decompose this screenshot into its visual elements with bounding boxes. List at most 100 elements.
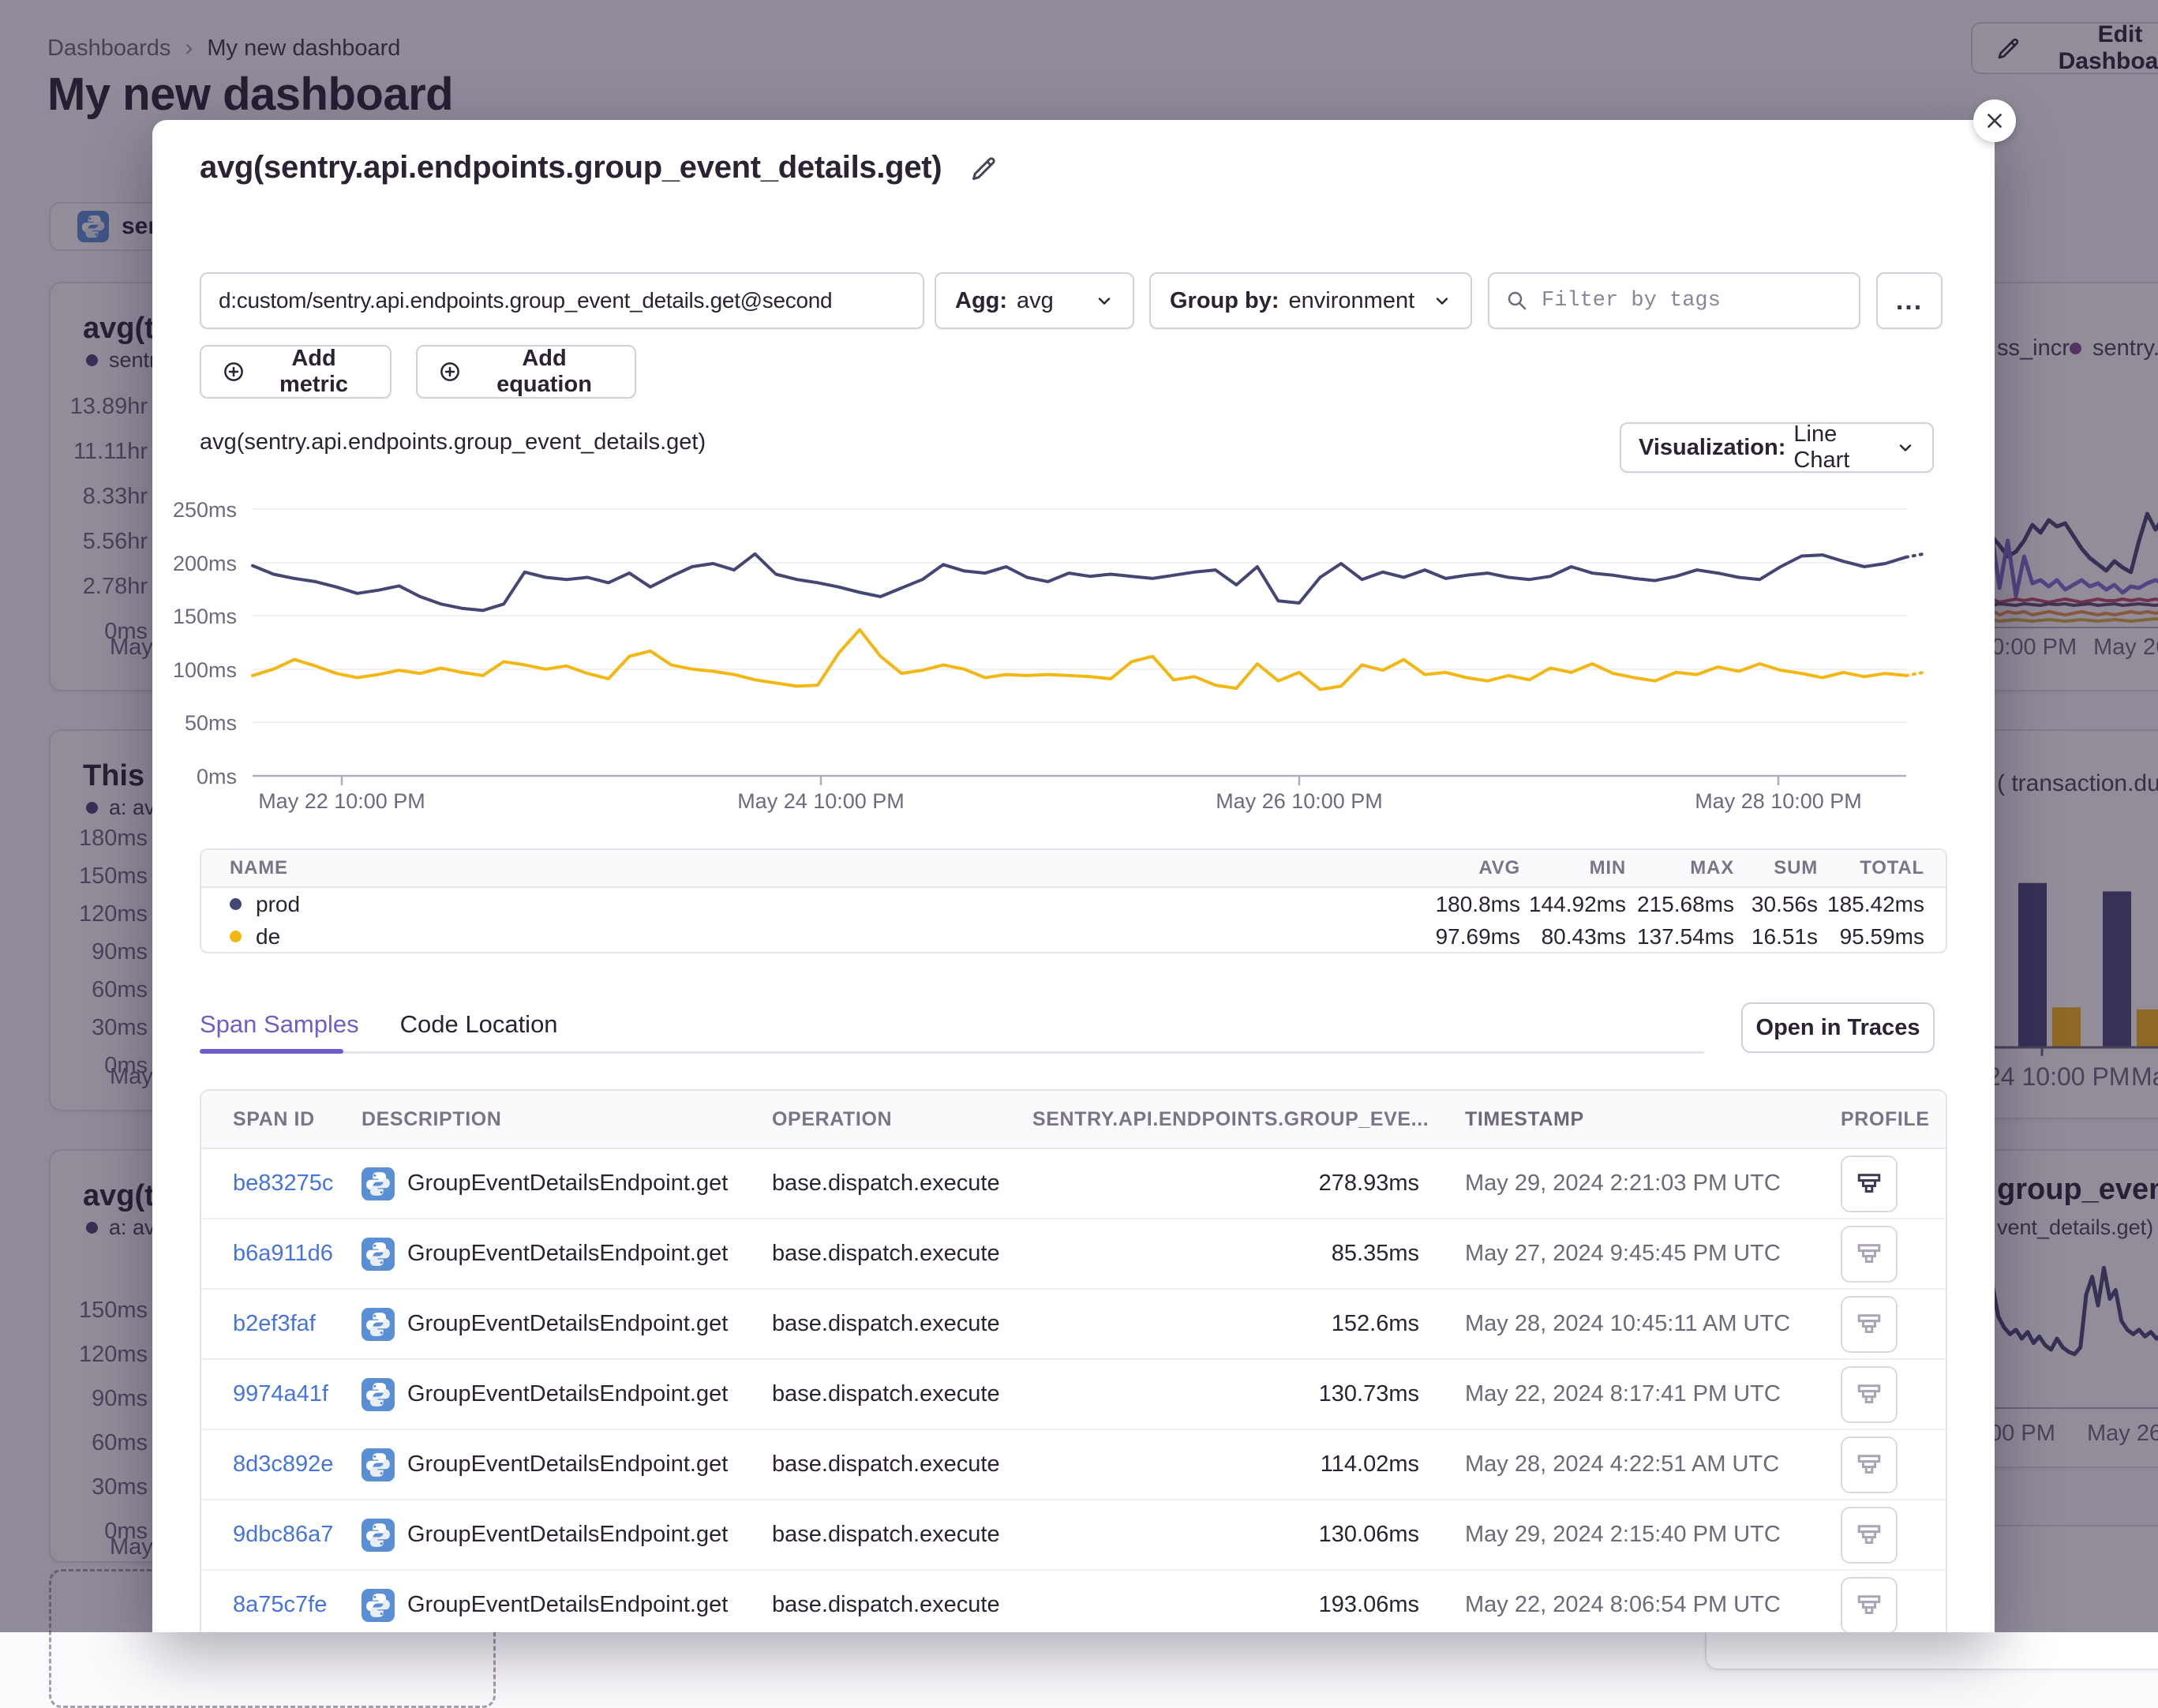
span-sample-row: 8d3c892e GroupEventDetailsEndpoint.get bas…	[201, 1429, 1946, 1499]
profile-flame-icon	[1855, 1451, 1883, 1479]
svg-text:May 28 10:00 PM: May 28 10:00 PM	[1695, 789, 1862, 813]
profile-flame-icon	[1855, 1591, 1883, 1620]
metric-line-chart: 250ms 200ms 150ms 100ms 50ms 0ms May 22 10:00 …	[152, 483, 1995, 830]
python-icon	[362, 1448, 395, 1481]
profile-flame-icon	[1855, 1521, 1883, 1549]
span-duration: 152.6ms	[1032, 1311, 1419, 1337]
span-timestamp: May 29, 2024 2:15:40 PM UTC	[1419, 1522, 1841, 1548]
series-sum: 16.51s	[1734, 924, 1818, 950]
span-operation: base.dispatch.execute	[772, 1451, 1032, 1478]
summary-header-row: NAME AVG MIN MAX SUM TOTAL	[201, 850, 1946, 888]
span-id-link[interactable]: b6a911d6	[233, 1241, 362, 1267]
span-id-link[interactable]: b2ef3faf	[233, 1311, 362, 1337]
span-timestamp: May 28, 2024 10:45:11 AM UTC	[1419, 1311, 1841, 1337]
series-name: de	[256, 924, 280, 950]
chevron-down-icon	[1095, 291, 1114, 310]
close-modal-button[interactable]	[1973, 99, 2016, 142]
add-equation-button[interactable]: Add equation	[416, 345, 636, 399]
python-icon	[362, 1589, 395, 1622]
open-in-traces-button[interactable]: Open in Traces	[1741, 1002, 1935, 1053]
span-duration: 130.73ms	[1032, 1381, 1419, 1407]
span-description: GroupEventDetailsEndpoint.get	[407, 1451, 728, 1478]
span-id-link[interactable]: 9974a41f	[233, 1381, 362, 1407]
span-sample-row: 9974a41fGroupEventDetailsEndpoint.getbas…	[201, 1358, 1946, 1429]
filter-by-tags-field[interactable]	[1488, 272, 1860, 329]
ellipsis-icon: ...	[1896, 286, 1923, 317]
view-profile-button[interactable]	[1841, 1296, 1898, 1353]
svg-text:May 24 10:00 PM: May 24 10:00 PM	[737, 789, 905, 813]
view-profile-button[interactable]	[1841, 1226, 1898, 1283]
span-description: GroupEventDetailsEndpoint.get	[407, 1522, 728, 1548]
aggregation-select[interactable]: Agg: avg	[935, 272, 1134, 329]
span-operation: base.dispatch.execute	[772, 1522, 1032, 1548]
svg-text:100ms: 100ms	[173, 658, 237, 682]
span-duration: 193.06ms	[1032, 1592, 1419, 1618]
series-name: prod	[256, 892, 300, 917]
chart-label: avg(sentry.api.endpoints.group_event_det…	[200, 429, 706, 455]
svg-text:150ms: 150ms	[173, 605, 237, 628]
python-icon	[362, 1308, 395, 1341]
series-avg: 97.69ms	[1402, 924, 1520, 950]
python-icon	[362, 1378, 395, 1411]
profile-flame-icon	[1855, 1310, 1883, 1339]
close-icon	[1984, 110, 2005, 131]
span-description: GroupEventDetailsEndpoint.get	[407, 1311, 728, 1337]
span-description: GroupEventDetailsEndpoint.get	[407, 1171, 728, 1197]
modal-title: avg(sentry.api.endpoints.group_event_det…	[200, 150, 942, 185]
plus-circle-icon	[438, 360, 462, 384]
filter-by-tags-input[interactable]	[1540, 288, 1843, 313]
group-by-select[interactable]: Group by: environment	[1149, 272, 1472, 329]
more-options-button[interactable]: ...	[1876, 272, 1943, 329]
span-description: GroupEventDetailsEndpoint.get	[407, 1381, 728, 1407]
svg-text:May 26 10:00 PM: May 26 10:00 PM	[1216, 789, 1383, 813]
chevron-down-icon	[1433, 291, 1452, 310]
profile-flame-icon	[1855, 1170, 1883, 1198]
span-sample-row: 8a75c7fe GroupEventDetailsEndpoint.get bas…	[201, 1569, 1946, 1632]
span-description: GroupEventDetailsEndpoint.get	[407, 1241, 728, 1267]
python-icon	[362, 1238, 395, 1271]
series-min: 80.43ms	[1520, 924, 1626, 950]
span-duration: 278.93ms	[1032, 1171, 1419, 1197]
span-id-link[interactable]: 9dbc86a7	[233, 1522, 362, 1548]
span-duration: 85.35ms	[1032, 1241, 1419, 1267]
span-operation: base.dispatch.execute	[772, 1311, 1032, 1337]
series-min: 144.92ms	[1520, 892, 1626, 917]
python-icon	[362, 1167, 395, 1200]
active-tab-underline	[200, 1049, 343, 1054]
series-summary-table: NAME AVG MIN MAX SUM TOTAL prod180.8ms14…	[200, 848, 1947, 953]
series-color-dot	[230, 898, 242, 910]
svg-text:200ms: 200ms	[173, 552, 237, 575]
view-profile-button[interactable]	[1841, 1156, 1898, 1212]
view-profile-button[interactable]	[1841, 1507, 1898, 1564]
span-sample-row: 9dbc86a7 GroupEventDetailsEndpoint.get bas…	[201, 1499, 1946, 1569]
edit-title-pencil-icon[interactable]	[970, 154, 998, 182]
span-operation: base.dispatch.execute	[772, 1592, 1032, 1618]
series-sum: 30.56s	[1734, 892, 1818, 917]
view-profile-button[interactable]	[1841, 1436, 1898, 1493]
view-profile-button[interactable]	[1841, 1366, 1898, 1423]
summary-row: de97.69ms80.43ms137.54ms16.51s95.59ms	[201, 920, 1946, 953]
visualization-select[interactable]: Visualization: Line Chart	[1620, 422, 1934, 473]
span-id-link[interactable]: 8d3c892e	[233, 1451, 362, 1478]
view-profile-button[interactable]	[1841, 1577, 1898, 1633]
span-samples-table: SPAN ID DESCRIPTION OPERATION SENTRY.API…	[200, 1089, 1947, 1632]
svg-text:50ms: 50ms	[185, 711, 237, 735]
svg-text:May 22 10:00 PM: May 22 10:00 PM	[258, 789, 425, 813]
span-duration: 114.02ms	[1032, 1451, 1419, 1478]
span-timestamp: May 27, 2024 9:45:45 PM UTC	[1419, 1241, 1841, 1267]
add-metric-button[interactable]: Add metric	[200, 345, 392, 399]
series-color-dot	[230, 931, 242, 942]
span-id-link[interactable]: be83275c	[233, 1171, 362, 1197]
series-total: 185.42ms	[1818, 892, 1924, 917]
span-duration: 130.06ms	[1032, 1522, 1419, 1548]
svg-text:250ms: 250ms	[173, 498, 237, 522]
metric-query-input[interactable]	[200, 272, 924, 329]
tab-track	[200, 1051, 1704, 1054]
series-max: 137.54ms	[1626, 924, 1734, 950]
span-sample-row: b6a911d6GroupEventDetailsEndpoint.getbas…	[201, 1218, 1946, 1288]
series-max: 215.68ms	[1626, 892, 1734, 917]
plus-circle-icon	[222, 360, 245, 384]
span-description: GroupEventDetailsEndpoint.get	[407, 1592, 728, 1618]
svg-text:0ms: 0ms	[197, 765, 237, 788]
span-id-link[interactable]: 8a75c7fe	[233, 1592, 362, 1618]
